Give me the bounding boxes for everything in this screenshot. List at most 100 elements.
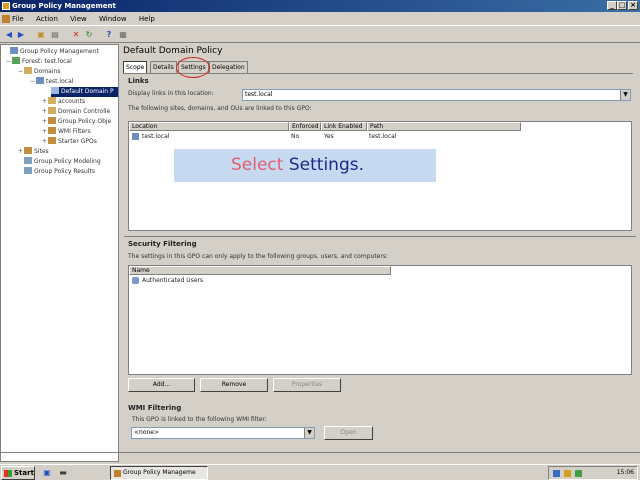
users-icon (132, 277, 139, 284)
tree-node[interactable]: + WMI Filters (41, 127, 91, 137)
windows-flag-icon (4, 470, 12, 477)
location-value: test.local (245, 91, 273, 98)
tree-node[interactable]: + Sites (17, 147, 49, 157)
taskbar: Start ▣ ▬ Group Policy Manageme 15:06 (0, 464, 640, 480)
tree-node[interactable]: − Forest: test.local (5, 57, 72, 67)
tree-node[interactable]: + Starter GPOs (41, 137, 97, 147)
column-name[interactable]: Name (129, 266, 391, 275)
sites-icon (24, 147, 32, 154)
wmi-filter-dropdown[interactable]: <none> ▼ (131, 427, 315, 439)
tree-node[interactable]: Group Policy Modeling (17, 157, 101, 167)
callout-settings: Settings (288, 155, 359, 175)
tree-node[interactable]: Group Policy Results (17, 167, 95, 177)
domains-icon (24, 67, 32, 74)
menu-help[interactable]: Help (139, 15, 155, 23)
gpo-link-icon (51, 87, 59, 94)
window-title-bar[interactable]: Group Policy Management _ □ × (0, 0, 640, 12)
forest-icon (12, 57, 20, 64)
details-title: Default Domain Policy (123, 46, 223, 56)
column-location[interactable]: Location (129, 122, 289, 131)
display-links-label: Display links in this location: (128, 90, 214, 97)
folder-icon (48, 117, 56, 124)
status-bar (0, 452, 640, 462)
remove-button[interactable]: Remove (200, 378, 268, 392)
volume-icon[interactable] (564, 470, 571, 477)
start-button[interactable]: Start (1, 466, 35, 480)
table-row[interactable]: test.local No Yes test.local (129, 132, 521, 141)
window-title: Group Policy Management (12, 2, 116, 10)
taskbar-item-label: Group Policy Manageme (123, 469, 196, 476)
ou-icon (48, 97, 56, 104)
column-enforced[interactable]: Enforced (289, 122, 321, 131)
forward-arrow-icon[interactable]: ▶ (16, 30, 26, 40)
menu-view[interactable]: View (70, 15, 87, 23)
clock[interactable]: 15:06 (617, 469, 634, 476)
security-icon[interactable] (575, 470, 582, 477)
column-link-enabled[interactable]: Link Enabled (321, 122, 367, 131)
network-icon[interactable] (553, 470, 560, 477)
system-tray: 15:06 (548, 466, 638, 480)
tree-node[interactable]: + Group Policy Obje (41, 117, 111, 127)
server-manager-icon[interactable]: ▣ (42, 468, 52, 478)
location-dropdown[interactable]: test.local ▼ (242, 89, 631, 101)
domain-icon (132, 133, 139, 140)
console-tree: Group Policy Management − Forest: test.lo… (0, 44, 119, 462)
properties-icon[interactable]: ▤ (50, 30, 60, 40)
app-icon (2, 2, 10, 10)
minimize-button[interactable]: _ (607, 1, 617, 10)
column-path[interactable]: Path (367, 122, 521, 131)
menu-action[interactable]: Action (36, 15, 58, 23)
folder-icon (48, 137, 56, 144)
menu-window[interactable]: Window (99, 15, 127, 23)
menu-file[interactable]: File (12, 15, 24, 23)
tree-node-default-domain-policy[interactable]: Default Domain P (51, 87, 118, 97)
modeling-icon (24, 157, 32, 164)
view-icon[interactable]: ▦ (118, 30, 128, 40)
open-button[interactable]: Open (324, 426, 373, 440)
chevron-down-icon[interactable]: ▼ (304, 428, 314, 438)
security-list[interactable]: Name Authenticated Users (128, 265, 632, 375)
domain-icon (36, 77, 44, 84)
highlight-circle (176, 57, 210, 78)
tab-delegation[interactable]: Delegation (209, 61, 248, 73)
security-info: The settings in this GPO can only apply … (128, 253, 388, 260)
folder-icon (48, 127, 56, 134)
tab-details[interactable]: Details (150, 61, 177, 73)
menu-bar: File Action View Window Help (0, 12, 640, 26)
folder-icon[interactable]: ▣ (36, 30, 46, 40)
properties-button[interactable]: Properties (273, 378, 341, 392)
add-button[interactable]: Add... (128, 378, 195, 392)
cell-enforced: No (291, 133, 300, 140)
start-label: Start (14, 469, 34, 477)
tree-node[interactable]: − Domains (17, 67, 60, 77)
table-row[interactable]: Authenticated Users (129, 276, 391, 285)
instruction-callout: Select Settings. (174, 149, 436, 182)
wmi-filter-value: <none> (134, 429, 160, 436)
delete-icon[interactable]: ✕ (71, 30, 81, 40)
links-heading: Links (128, 77, 149, 85)
callout-dot: . (358, 155, 364, 175)
callout-select: Select (231, 155, 284, 175)
section-divider (124, 236, 636, 237)
ou-icon (48, 107, 56, 114)
cell-link-enabled: Yes (324, 133, 334, 140)
close-button[interactable]: × (628, 1, 638, 10)
tree-node[interactable]: + Domain Controlle (41, 107, 110, 117)
taskbar-item-gpm[interactable]: Group Policy Manageme (110, 466, 208, 480)
tree-node[interactable]: + accounts (41, 97, 85, 107)
cell-name: Authenticated Users (142, 277, 204, 284)
back-arrow-icon[interactable]: ◀ (4, 30, 14, 40)
maximize-button[interactable]: □ (617, 1, 627, 10)
cell-path: test.local (369, 133, 397, 140)
cell-location: test.local (142, 133, 170, 140)
tree-node[interactable]: − test.local (29, 77, 73, 87)
chevron-down-icon[interactable]: ▼ (620, 90, 630, 100)
gpm-icon (10, 47, 18, 54)
powershell-icon[interactable]: ▬ (58, 468, 68, 478)
wmi-info: This GPO is linked to the following WMI … (132, 416, 267, 423)
refresh-icon[interactable]: ↻ (84, 30, 94, 40)
tree-node[interactable]: Group Policy Management (3, 47, 99, 57)
help-icon[interactable]: ? (104, 30, 114, 40)
results-icon (24, 167, 32, 174)
wmi-heading: WMI Filtering (128, 404, 182, 412)
